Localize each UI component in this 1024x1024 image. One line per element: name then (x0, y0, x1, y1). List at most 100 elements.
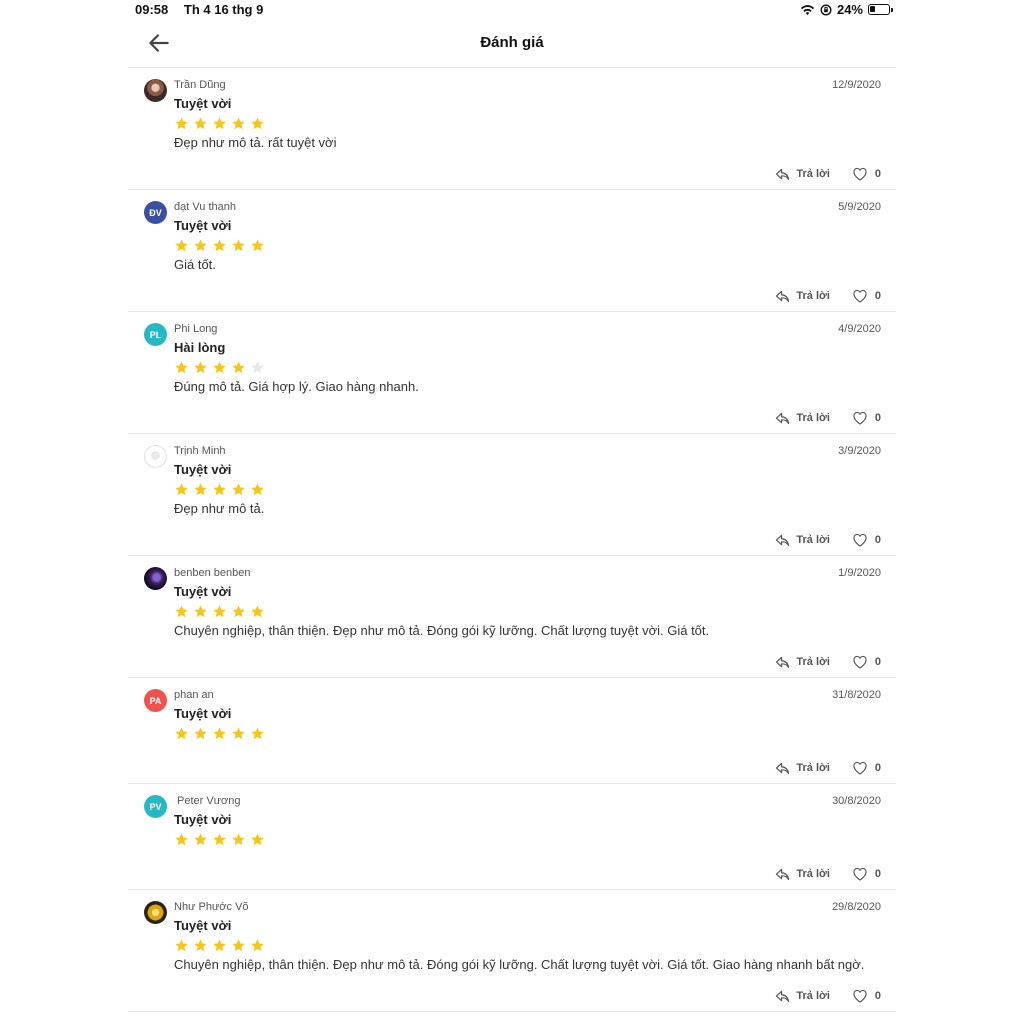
reply-button[interactable]: Trả lời (775, 290, 830, 303)
avatar[interactable]: PL (144, 323, 167, 346)
like-button[interactable]: 0 (852, 761, 881, 775)
star-filled-icon (212, 832, 227, 847)
reply-button[interactable]: Trả lời (775, 990, 830, 1003)
orientation-lock-icon (820, 3, 832, 16)
like-count: 0 (874, 762, 881, 774)
avatar[interactable] (144, 445, 167, 468)
review-date: 30/8/2020 (832, 795, 881, 807)
review-item: PV Peter Vương 30/8/2020 Tuyệt vời Trả l… (128, 784, 896, 890)
reply-icon (776, 534, 790, 546)
star-filled-icon (212, 116, 227, 131)
star-filled-icon (174, 238, 189, 253)
like-button[interactable]: 0 (852, 411, 881, 425)
star-filled-icon (174, 482, 189, 497)
star-filled-icon (193, 482, 208, 497)
heart-icon (853, 289, 867, 303)
review-title: Tuyệt vời (174, 96, 232, 111)
review-item: Trần Dũng 12/9/2020 Tuyệt vời Đẹp như mô… (128, 68, 896, 190)
star-filled-icon (174, 938, 189, 953)
star-filled-icon (250, 116, 265, 131)
star-filled-icon (193, 938, 208, 953)
page-header: Đánh giá (128, 22, 896, 68)
review-title: Tuyệt vời (174, 584, 232, 599)
review-title: Hài lòng (174, 340, 226, 355)
star-filled-icon (231, 604, 246, 619)
review-list: Trần Dũng 12/9/2020 Tuyệt vời Đẹp như mô… (128, 68, 896, 1012)
like-count: 0 (874, 868, 881, 880)
reply-button[interactable]: Trả lời (775, 656, 830, 669)
reply-button[interactable]: Trả lời (775, 412, 830, 425)
reviewer-name: Trịnh Minh (174, 445, 226, 457)
reply-label: Trả lời (796, 412, 830, 424)
star-filled-icon (174, 832, 189, 847)
reply-button[interactable]: Trả lời (775, 868, 830, 881)
heart-icon (853, 867, 867, 881)
star-filled-icon (231, 938, 246, 953)
star-filled-icon (212, 938, 227, 953)
heart-icon (853, 655, 867, 669)
reply-icon (776, 762, 790, 774)
review-item: PL Phi Long 4/9/2020 Hài lòng Đúng mô tả… (128, 312, 896, 434)
review-item: benben benben 1/9/2020 Tuyệt vời Chuyên … (128, 556, 896, 678)
reply-button[interactable]: Trả lời (775, 534, 830, 547)
review-title: Tuyệt vời (174, 706, 232, 721)
review-date: 4/9/2020 (838, 323, 881, 335)
star-rating (174, 832, 265, 847)
review-comment: Đẹp như mô tả. rất tuyệt vời (174, 135, 337, 150)
reply-button[interactable]: Trả lời (775, 762, 830, 775)
star-filled-icon (174, 116, 189, 131)
review-item: PA phan an 31/8/2020 Tuyệt vời Trả lời 0 (128, 678, 896, 784)
avatar[interactable]: PV (144, 795, 167, 818)
reply-icon (776, 412, 790, 424)
star-filled-icon (193, 360, 208, 375)
star-filled-icon (212, 238, 227, 253)
review-comment: Chuyên nghiệp, thân thiện. Đẹp như mô tả… (174, 957, 865, 972)
like-count: 0 (874, 656, 881, 668)
avatar[interactable] (144, 901, 167, 924)
star-filled-icon (193, 604, 208, 619)
star-filled-icon (212, 604, 227, 619)
review-comment: Giá tốt. (174, 257, 216, 272)
heart-icon (853, 761, 867, 775)
star-rating (174, 604, 265, 619)
star-filled-icon (250, 482, 265, 497)
like-button[interactable]: 0 (852, 289, 881, 303)
like-count: 0 (874, 990, 881, 1002)
star-filled-icon (193, 238, 208, 253)
avatar[interactable]: PA (144, 689, 167, 712)
like-button[interactable]: 0 (852, 867, 881, 881)
star-empty-icon (250, 360, 265, 375)
star-filled-icon (174, 726, 189, 741)
reviewer-name: Trần Dũng (174, 79, 226, 91)
status-time: 09:58 (135, 2, 169, 17)
reply-button[interactable]: Trả lời (775, 168, 830, 181)
review-date: 31/8/2020 (832, 689, 881, 701)
review-comment: Đúng mô tả. Giá hợp lý. Giao hàng nhanh. (174, 379, 419, 394)
avatar[interactable] (144, 79, 167, 102)
heart-icon (853, 411, 867, 425)
reply-label: Trả lời (796, 990, 830, 1002)
avatar[interactable] (144, 567, 167, 590)
review-date: 12/9/2020 (832, 79, 881, 91)
like-button[interactable]: 0 (852, 989, 881, 1003)
like-button[interactable]: 0 (852, 533, 881, 547)
review-comment: Chuyên nghiệp, thân thiện. Đẹp như mô tả… (174, 623, 710, 638)
star-filled-icon (174, 360, 189, 375)
review-item: Như Phước Võ 29/8/2020 Tuyệt vời Chuyên … (128, 890, 896, 1012)
page-title: Đánh giá (480, 34, 544, 51)
star-filled-icon (250, 726, 265, 741)
star-rating (174, 238, 265, 253)
review-title: Tuyệt vời (174, 462, 232, 477)
status-date: Th 4 16 thg 9 (183, 2, 264, 17)
review-title: Tuyệt vời (174, 218, 232, 233)
like-button[interactable]: 0 (852, 167, 881, 181)
review-title: Tuyệt vời (174, 812, 232, 827)
reply-icon (776, 990, 790, 1002)
like-button[interactable]: 0 (852, 655, 881, 669)
avatar[interactable]: ĐV (144, 201, 167, 224)
reply-label: Trả lời (796, 868, 830, 880)
review-comment: Đẹp như mô tả. (174, 501, 265, 516)
heart-icon (853, 533, 867, 547)
wifi-icon (800, 4, 815, 15)
star-filled-icon (193, 726, 208, 741)
